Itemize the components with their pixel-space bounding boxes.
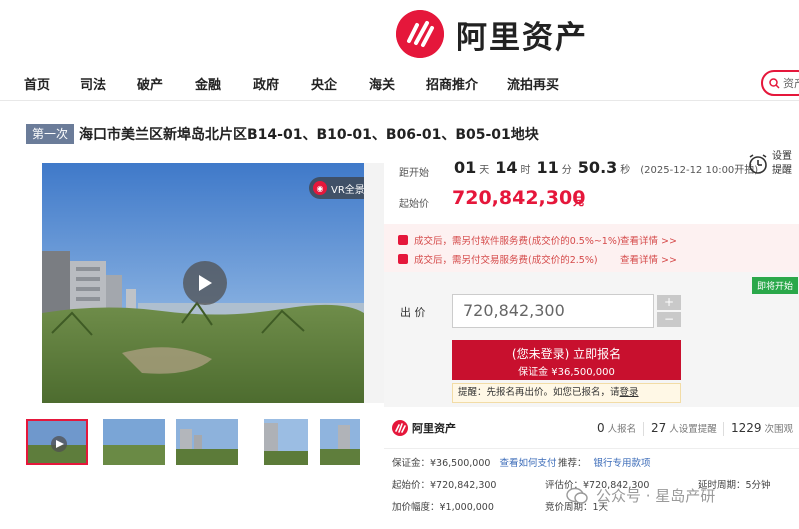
- signup-count-value: 0: [597, 421, 605, 435]
- set-reminder-line1: 设置: [772, 151, 792, 162]
- countdown-hours-unit: 时: [520, 165, 531, 176]
- bank-account-link[interactable]: 银行专用款项: [594, 458, 651, 469]
- detail-increment: 加价幅度：¥1,000,000: [392, 502, 494, 513]
- vr-icon: ◉: [313, 181, 327, 195]
- thumbnail[interactable]: [264, 419, 308, 465]
- detail-start-price: 起始价：¥720,842,300: [392, 480, 497, 491]
- countdown-minutes-unit: 分: [561, 165, 572, 176]
- reminder-count-unit: 人设置提醒: [669, 424, 717, 435]
- countdown-minutes: 11: [536, 158, 559, 177]
- fee-notice-transaction-link[interactable]: 查看详情 >>: [620, 252, 677, 266]
- deposit-info: 保证金：¥36,500,000 查看如何支付: [392, 455, 556, 469]
- view-count-unit: 次围观: [764, 424, 794, 435]
- set-reminder-line2: 提醒: [772, 165, 792, 176]
- countdown-seconds: 50.3: [577, 158, 618, 177]
- fee-notice-software: 成交后，需另付软件服务费(成交价的0.5%~1%): [398, 233, 621, 247]
- countdown-hours: 14: [495, 158, 518, 177]
- platform-logo: 阿里资产: [392, 420, 456, 436]
- fee-warning-icon: [398, 254, 408, 264]
- alarm-clock-icon: [749, 154, 767, 174]
- fee-notice-software-text: 成交后，需另付软件服务费(成交价的0.5%~1%): [414, 236, 621, 247]
- status-badge: 即将开始: [752, 277, 799, 294]
- countdown-timer: 01 天 14 时 11 分 50.3 秒 (2025-12-12 10:00开…: [454, 158, 758, 177]
- site-logo-text: 阿里资产: [456, 19, 588, 56]
- header-divider: [0, 100, 799, 101]
- signup-count: 0 人报名: [597, 421, 636, 435]
- nav-item-government[interactable]: 政府: [253, 74, 279, 93]
- start-price-value: 720,842,300: [452, 187, 586, 209]
- watermark-text: 公众号 · 星岛产研: [596, 487, 716, 505]
- view-count: 1229 次围观: [731, 421, 793, 435]
- countdown-seconds-unit: 秒: [620, 165, 631, 176]
- video-play-button[interactable]: [183, 261, 227, 305]
- fee-warning-icon: [398, 235, 408, 245]
- bid-label: 出 价: [400, 306, 426, 319]
- platform-logo-text: 阿里资产: [412, 422, 456, 435]
- reminder-count-value: 27: [651, 421, 667, 435]
- alibaba-asset-logo-icon: [396, 10, 444, 58]
- countdown-days: 01: [454, 158, 477, 177]
- nav-item-home[interactable]: 首页: [24, 74, 50, 93]
- view-count-value: 1229: [731, 421, 762, 435]
- stat-divider: [643, 422, 644, 436]
- thumbnail[interactable]: [26, 419, 88, 465]
- deposit-value: 保证金：¥36,500,000: [392, 458, 491, 469]
- auction-round-badge: 第一次: [26, 124, 75, 144]
- nav-item-rebuy[interactable]: 流拍再买: [507, 74, 559, 93]
- signup-tip: 提醒：先报名再出价。如您已报名，请登录: [452, 383, 681, 403]
- nav-item-judicial[interactable]: 司法: [80, 74, 106, 93]
- bid-increase-button[interactable]: +: [657, 295, 681, 310]
- signup-button-label: (您未登录) 立即报名: [511, 347, 622, 361]
- search-input[interactable]: 资产: [761, 70, 799, 96]
- signup-button[interactable]: (您未登录) 立即报名 保证金 ¥36,500,000: [452, 340, 681, 380]
- signup-count-unit: 人报名: [607, 424, 637, 435]
- fee-notice-software-link[interactable]: 查看详情 >>: [620, 233, 677, 247]
- start-price-unit: 元: [573, 195, 584, 208]
- vr-label: VR全景: [331, 184, 365, 196]
- countdown-days-unit: 天: [479, 165, 490, 176]
- fee-notice-transaction: 成交后，需另付交易服务费(成交价的2.5%): [398, 252, 598, 266]
- recommend-info: 推荐： 银行专用款项: [558, 455, 651, 469]
- alibaba-asset-logo-icon: [392, 420, 408, 436]
- site-logo[interactable]: 阿里资产: [396, 8, 588, 60]
- lot-title: 海口市美兰区新埠岛北片区B14-01、B10-01、B06-01、B05-01地…: [79, 127, 539, 143]
- signup-tip-text: 提醒：先报名再出价。如您已报名，请: [458, 387, 620, 398]
- nav-item-customs[interactable]: 海关: [369, 74, 395, 93]
- fee-notice-transaction-text: 成交后，需另付交易服务费(成交价的2.5%): [414, 255, 598, 266]
- thumbnail[interactable]: [176, 419, 238, 465]
- nav-item-bankruptcy[interactable]: 破产: [137, 74, 163, 93]
- reminder-count: 27 人设置提醒: [651, 421, 717, 435]
- play-icon: [199, 275, 212, 291]
- search-icon: [769, 77, 780, 89]
- start-price-label: 起始价: [399, 199, 429, 210]
- bid-decrease-button[interactable]: −: [657, 312, 681, 327]
- how-to-pay-link[interactable]: 查看如何支付: [499, 458, 556, 469]
- login-link[interactable]: 登录: [620, 387, 639, 398]
- nav-item-investment[interactable]: 招商推介: [426, 74, 478, 93]
- set-reminder-label[interactable]: 设置 提醒: [772, 150, 792, 178]
- thumbnail[interactable]: [103, 419, 165, 465]
- thumbnail[interactable]: [320, 419, 360, 465]
- countdown-label: 距开始: [399, 168, 429, 179]
- main-nav: 首页 司法 破产 金融 政府 央企 海关 招商推介 流拍再买: [0, 72, 799, 96]
- signup-deposit-label: 保证金 ¥36,500,000: [518, 367, 615, 378]
- bid-amount-input[interactable]: 720,842,300: [452, 294, 654, 328]
- stat-divider: [723, 422, 724, 436]
- wechat-icon: [566, 487, 588, 504]
- search-placeholder: 资产: [783, 77, 799, 90]
- auction-start-time: (2025-12-12 10:00开拍): [640, 165, 759, 176]
- nav-item-soe[interactable]: 央企: [311, 74, 337, 93]
- nav-item-finance[interactable]: 金融: [195, 74, 221, 93]
- recommend-label: 推荐：: [558, 458, 587, 469]
- photo-side-strip: [364, 163, 384, 403]
- wechat-watermark: 公众号 · 星岛产研: [566, 485, 715, 506]
